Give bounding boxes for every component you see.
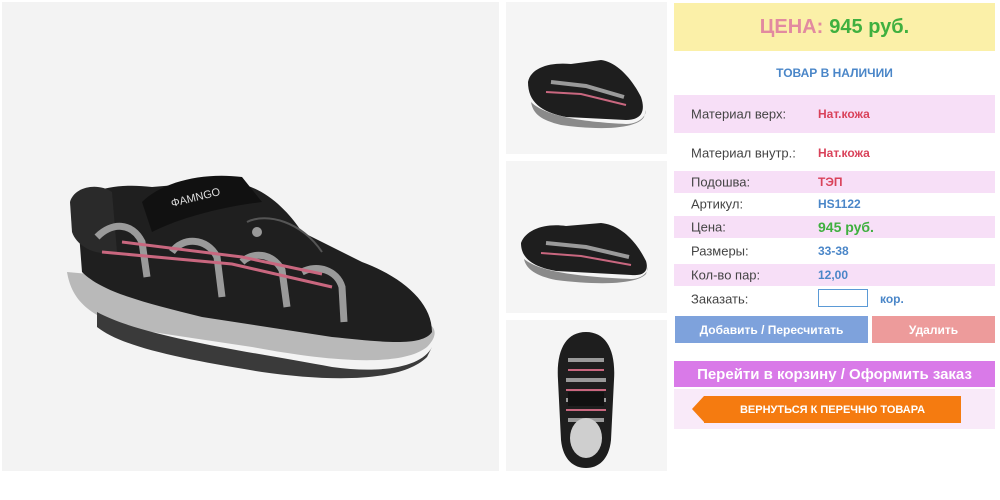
spec-value: Нат.кожа [818, 146, 870, 160]
spec-row-material-top: Материал верх: Нат.кожа [674, 95, 995, 133]
spec-label: Размеры: [691, 243, 749, 259]
go-to-cart-button[interactable]: Перейти в корзину / Оформить заказ [674, 361, 995, 387]
spec-row-sizes: Размеры: 33-38 [674, 240, 995, 262]
thumbnail-3[interactable] [506, 320, 667, 471]
back-area: ВЕРНУТЬСЯ К ПЕРЕЧНЮ ТОВАРА [674, 389, 995, 429]
spec-row-pairs: Кол-во пар: 12,00 [674, 264, 995, 286]
main-product-image: ΦAMNGO [2, 2, 499, 471]
order-label: Заказать: [691, 291, 749, 307]
back-button-label: ВЕРНУТЬСЯ К ПЕРЕЧНЮ ТОВАРА [739, 403, 926, 416]
price-box: ЦЕНА: 945 руб. [674, 3, 995, 51]
spec-value: HS1122 [818, 197, 861, 211]
spec-value: 12,00 [818, 268, 849, 282]
spec-row-article: Артикул: HS1122 [674, 193, 995, 215]
sandal-thumbnail-top [557, 332, 615, 468]
order-row: Заказать: кор. [674, 288, 995, 310]
delete-button[interactable]: Удалить [872, 316, 995, 343]
spec-row-material-inner: Материал внутр.: Нат.кожа [674, 136, 995, 170]
sandal-illustration: ΦAMNGO [67, 175, 435, 379]
add-recalculate-button[interactable]: Добавить / Пересчитать [675, 316, 868, 343]
spec-label: Цена: [691, 219, 726, 235]
spec-value: Нат.кожа [818, 107, 870, 121]
thumbnail-2[interactable] [506, 161, 667, 313]
thumbnail-1[interactable] [506, 2, 667, 154]
spec-label: Материал верх: [691, 106, 787, 122]
spec-label: Подошва: [691, 174, 751, 190]
sandal-thumbnail-side [528, 60, 646, 129]
arrow-left-icon [692, 396, 704, 422]
price-label: ЦЕНА: [759, 15, 824, 38]
spec-row-sole: Подошва: ТЭП [674, 171, 995, 193]
spec-label: Кол-во пар: [691, 267, 761, 283]
spec-value: ТЭП [818, 175, 843, 189]
spec-value: 33-38 [818, 244, 849, 258]
order-unit: кор. [880, 292, 904, 306]
spec-label: Материал внутр.: [691, 145, 796, 161]
back-to-list-button[interactable]: ВЕРНУТЬСЯ К ПЕРЕЧНЮ ТОВАРА [692, 396, 961, 423]
spec-row-price: Цена: 945 руб. [674, 216, 995, 238]
spec-label: Артикул: [691, 196, 744, 212]
sandal-thumbnail-angle [521, 223, 648, 284]
price-value: 945 руб. [829, 15, 910, 38]
spec-value: 945 руб. [818, 219, 874, 235]
stock-status: ТОВАР В НАЛИЧИИ [776, 66, 893, 80]
order-quantity-input[interactable] [818, 289, 868, 307]
